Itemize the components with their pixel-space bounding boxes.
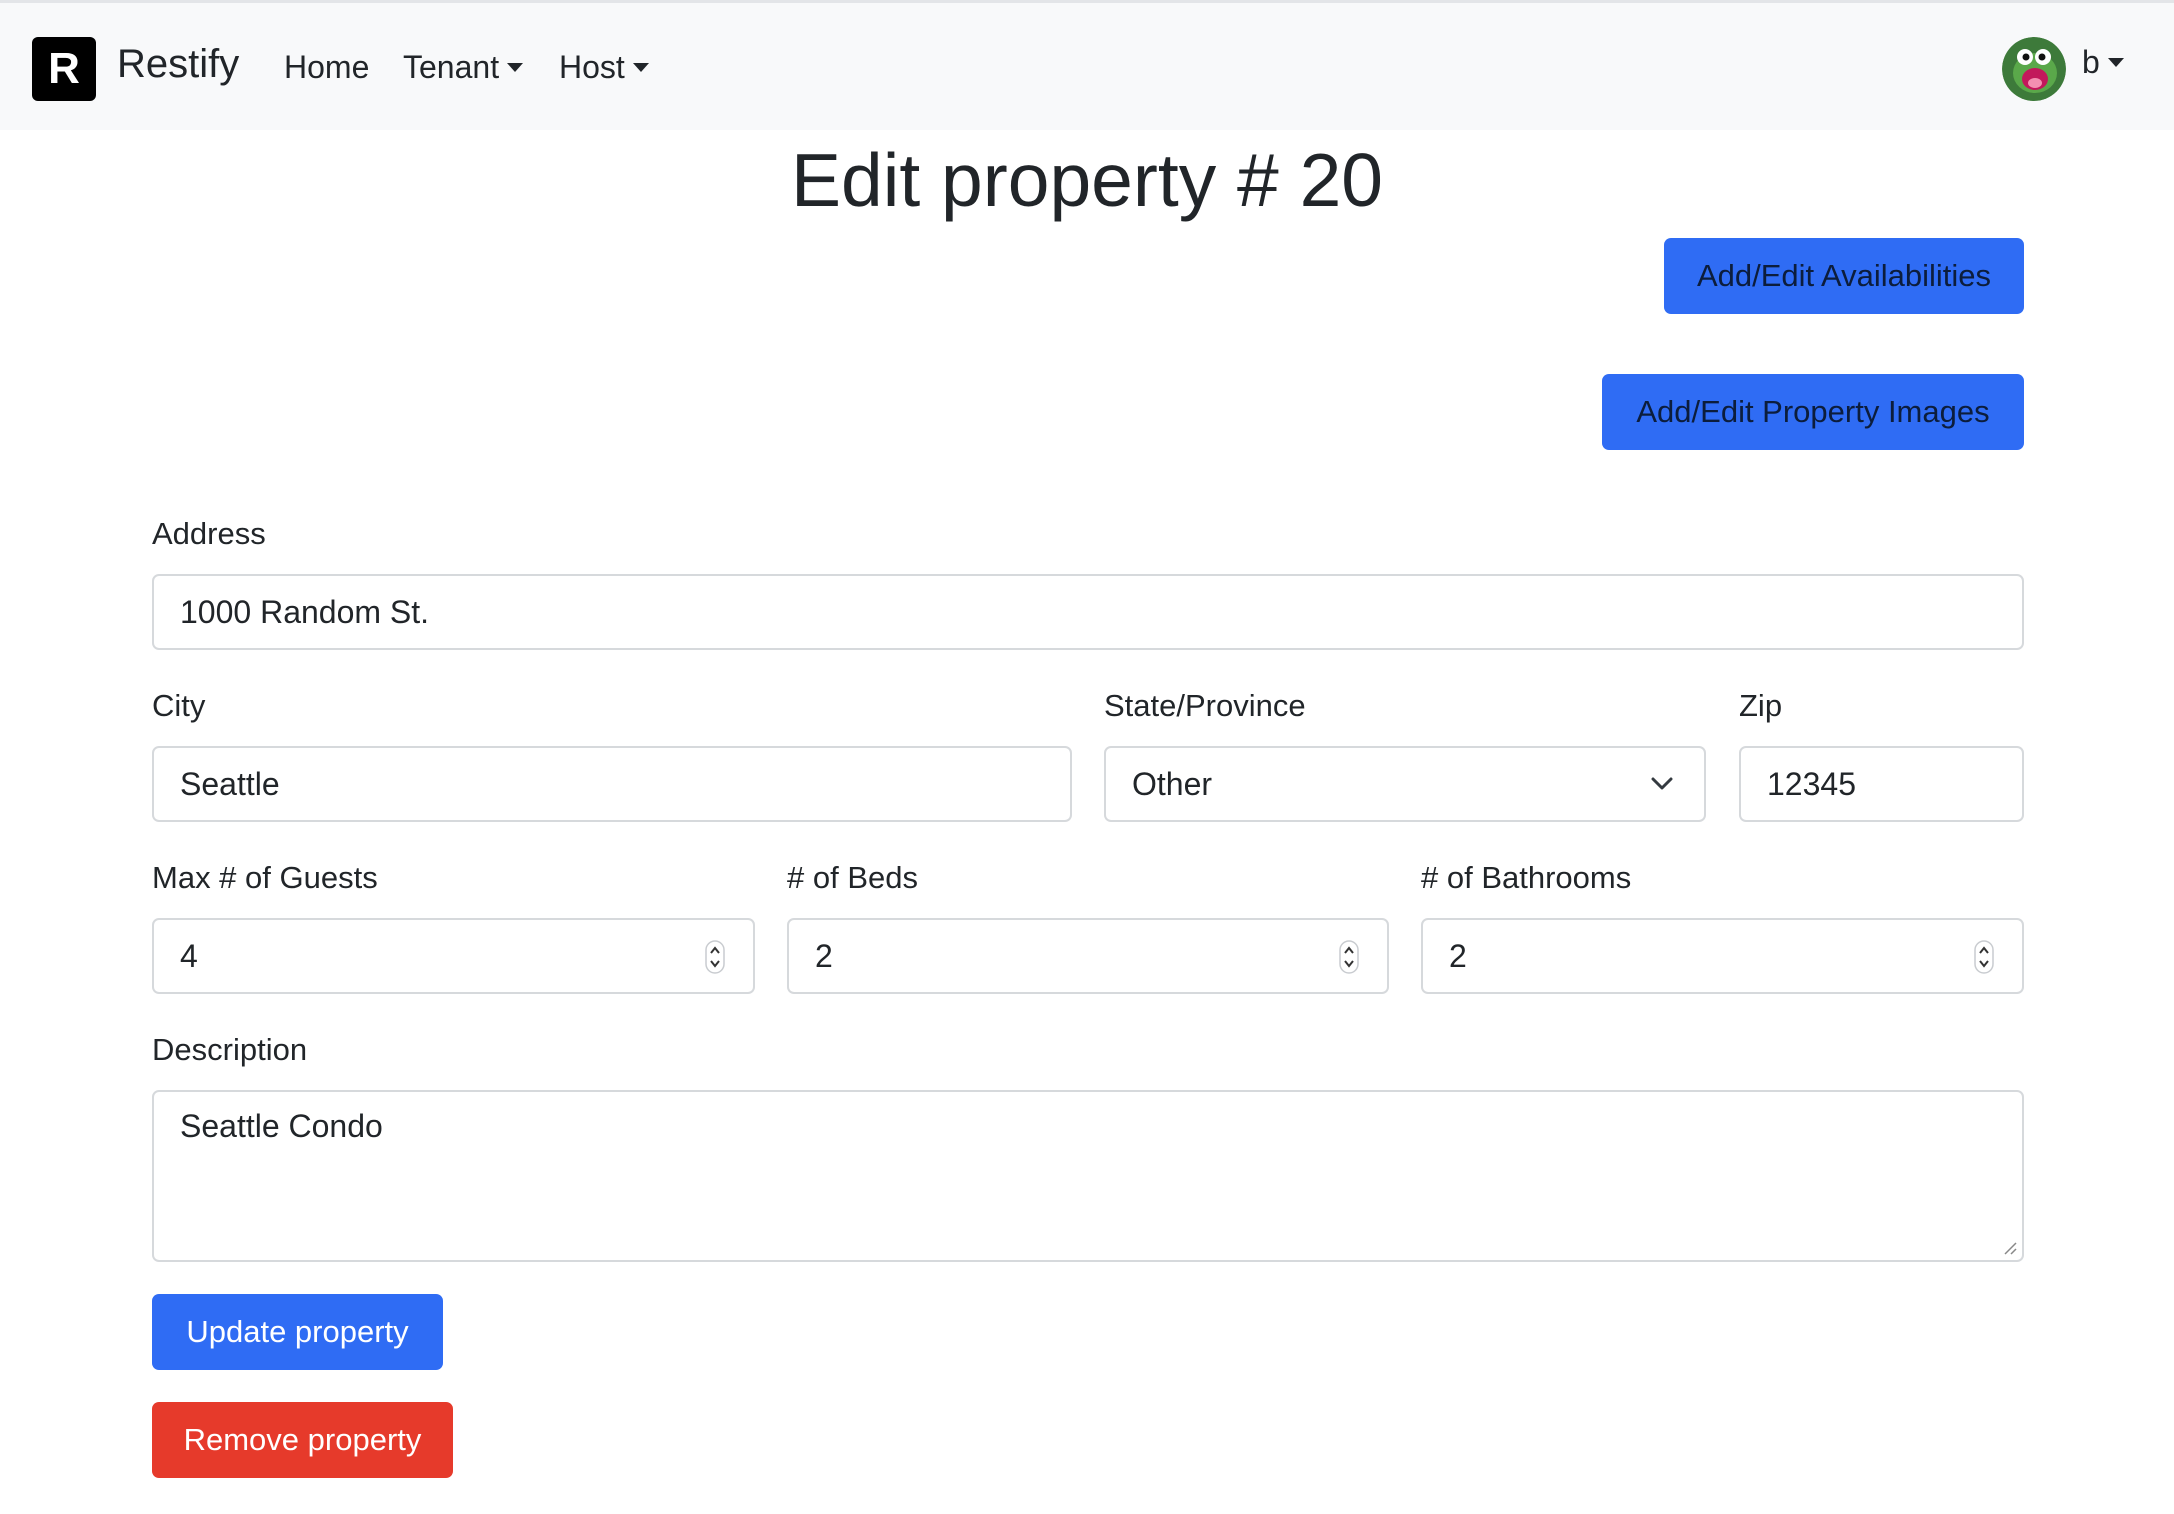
baths-number-input[interactable]: 2 [1421, 918, 2024, 994]
chevron-down-icon [1651, 777, 1673, 790]
nav-home-label: Home [284, 49, 370, 85]
update-property-button[interactable]: Update property [152, 1294, 443, 1370]
nav-tenant-dropdown[interactable]: Tenant [403, 49, 524, 86]
address-value: 1000 Random St. [180, 593, 430, 630]
guests-value: 4 [180, 937, 198, 974]
number-stepper-icon[interactable] [1339, 940, 1359, 974]
beds-label: # of Beds [787, 860, 918, 895]
frog-avatar-icon [2002, 37, 2066, 101]
user-avatar[interactable] [2002, 37, 2066, 101]
beds-number-input[interactable]: 2 [787, 918, 1389, 994]
address-label: Address [152, 516, 266, 551]
caret-down-icon [2107, 58, 2124, 67]
description-label: Description [152, 1032, 308, 1067]
city-label: City [152, 688, 206, 723]
brand-logo-icon[interactable]: R [32, 37, 96, 101]
number-stepper-icon[interactable] [705, 940, 725, 974]
beds-value: 2 [815, 937, 833, 974]
baths-value: 2 [1449, 937, 1467, 974]
zip-value: 12345 [1767, 765, 1856, 802]
resize-handle-icon[interactable] [2002, 1240, 2018, 1256]
top-navbar: R Restify Home Tenant Host b [0, 0, 2174, 130]
zip-input[interactable]: 12345 [1739, 746, 2024, 822]
user-name: b [2082, 44, 2100, 80]
state-label: State/Province [1104, 688, 1306, 723]
remove-property-button[interactable]: Remove property [152, 1402, 453, 1478]
nav-home-link[interactable]: Home [284, 49, 369, 86]
city-input[interactable]: Seattle [152, 746, 1072, 822]
city-value: Seattle [180, 765, 280, 802]
number-stepper-icon[interactable] [1974, 940, 1994, 974]
description-textarea[interactable]: Seattle Condo [152, 1090, 2024, 1262]
guests-label: Max # of Guests [152, 860, 378, 895]
state-value: Other [1132, 765, 1213, 802]
nav-host-dropdown[interactable]: Host [559, 49, 649, 86]
brand-name[interactable]: Restify [117, 42, 239, 87]
caret-down-icon [632, 63, 649, 72]
address-input[interactable]: 1000 Random St. [152, 574, 2024, 650]
caret-down-icon [507, 63, 524, 72]
state-select[interactable]: Other [1104, 746, 1706, 822]
description-value: Seattle Condo [180, 1108, 383, 1144]
edit-availabilities-button[interactable]: Add/Edit Availabilities [1664, 238, 2024, 314]
edit-property-images-button[interactable]: Add/Edit Property Images [1602, 374, 2024, 450]
zip-label: Zip [1739, 688, 1783, 723]
guests-number-input[interactable]: 4 [152, 918, 755, 994]
nav-tenant-label: Tenant [403, 49, 500, 85]
page-title: Edit property # 20 [790, 138, 1384, 222]
nav-host-label: Host [559, 49, 625, 85]
baths-label: # of Bathrooms [1421, 860, 1632, 895]
user-menu-dropdown[interactable]: b [2082, 44, 2124, 81]
